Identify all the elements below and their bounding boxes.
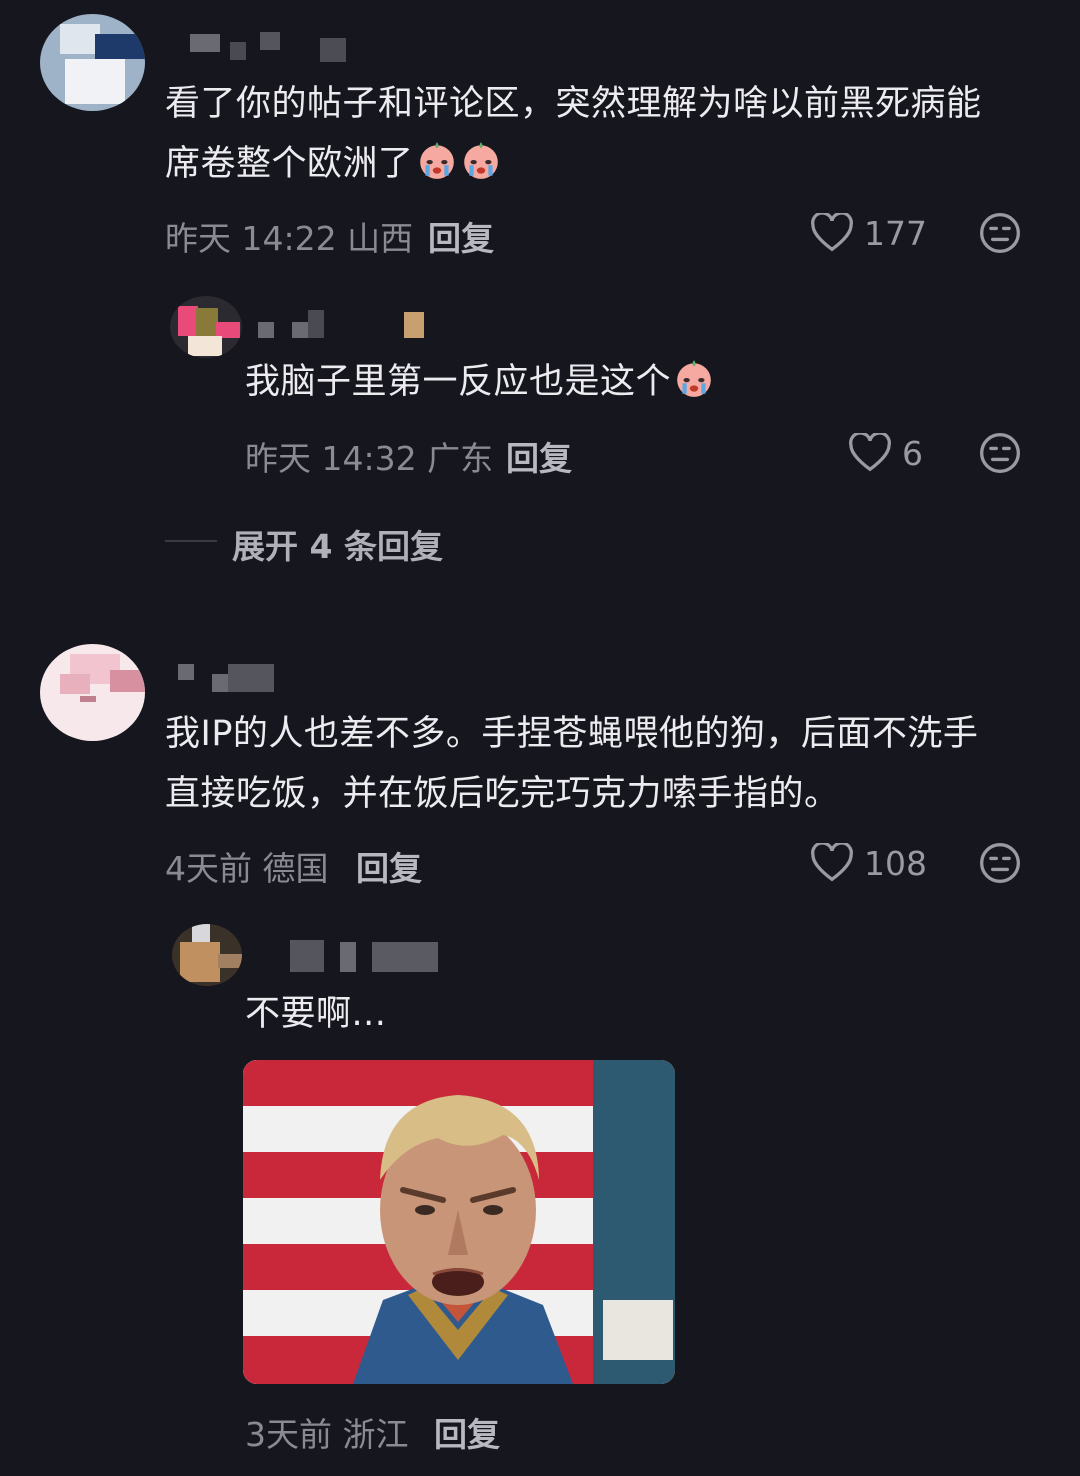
reply-text: 我脑子里第一反应也是这个 — [245, 352, 1025, 412]
reply-meta: 昨天 14:32 广东 — [245, 439, 494, 478]
dislike-face-icon[interactable] — [978, 841, 1022, 885]
crying-face-icon — [677, 360, 711, 397]
like-count: 108 — [864, 843, 927, 883]
reply-meta: 3天前 浙江 — [245, 1415, 409, 1454]
like-button[interactable]: 108 — [810, 840, 927, 886]
reply-text: 不要啊... — [245, 994, 387, 1034]
divider-line — [165, 540, 217, 542]
username-blurred[interactable] — [190, 28, 360, 64]
meme-image[interactable] — [243, 1060, 675, 1384]
like-count: 177 — [864, 213, 927, 253]
username-blurred[interactable] — [258, 306, 458, 342]
reply-button[interactable]: 回复 — [434, 1408, 500, 1456]
heart-icon — [811, 843, 853, 882]
reply-button[interactable]: 回复 — [428, 212, 494, 260]
reply-avatar[interactable] — [170, 296, 242, 358]
username-blurred[interactable] — [290, 938, 450, 974]
crying-face-icon — [419, 142, 454, 179]
heart-icon — [849, 433, 891, 472]
comment-text: 我IP的人也差不多。手捏苍蝇喂他的狗，后面不洗手 直接吃饭，并在饭后吃完巧克力嗦… — [165, 714, 979, 814]
user-avatar[interactable] — [40, 644, 145, 741]
comment-meta: 4天前 德国 — [165, 849, 329, 888]
like-button[interactable]: 6 — [848, 430, 923, 476]
expand-replies-button[interactable]: 展开 4 条回复 — [232, 520, 443, 568]
heart-icon — [811, 213, 853, 252]
dislike-face-icon[interactable] — [978, 211, 1022, 255]
like-button[interactable]: 177 — [810, 210, 927, 256]
crying-face-icon — [463, 142, 498, 179]
username-blurred[interactable] — [178, 660, 288, 696]
user-avatar[interactable] — [40, 14, 145, 111]
reply-button[interactable]: 回复 — [506, 432, 572, 480]
comment-meta: 昨天 14:22 山西 — [165, 219, 414, 258]
comment-text: 看了你的帖子和评论区，突然理解为啥以前黑死病能 席卷整个欧洲了 — [165, 84, 982, 184]
dislike-face-icon[interactable] — [978, 431, 1022, 475]
reply-avatar[interactable] — [172, 924, 242, 986]
reply-button[interactable]: 回复 — [356, 842, 422, 890]
like-count: 6 — [902, 433, 923, 473]
